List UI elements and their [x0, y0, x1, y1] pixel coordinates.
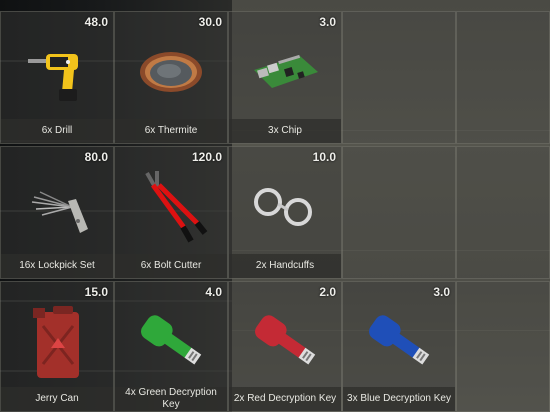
- item-weight: 80.0: [84, 150, 108, 164]
- inventory-slot-empty[interactable]: [456, 281, 550, 412]
- inventory-grid: 48.0 6x Drill 30.0 6x Thermite 3.0 3x Ch…: [0, 0, 550, 412]
- inventory-slot-red-key[interactable]: 2.0 2x Red Decryption Key: [228, 281, 342, 412]
- inventory-slot-empty[interactable]: [342, 146, 456, 279]
- item-weight: 120.0: [191, 150, 222, 164]
- item-label: 4x Green Decryption Key: [115, 387, 227, 411]
- inventory-slot-handcuffs[interactable]: 10.0 2x Handcuffs: [228, 146, 342, 279]
- item-label: 3x Blue Decryption Key: [343, 387, 455, 411]
- item-label: 6x Thermite: [115, 119, 227, 143]
- item-label: 6x Bolt Cutter: [115, 254, 227, 278]
- inventory-slot-thermite[interactable]: 30.0 6x Thermite: [114, 11, 228, 144]
- inventory-slot-jerry-can[interactable]: 15.0 Jerry Can: [0, 281, 114, 412]
- item-label: Jerry Can: [1, 387, 113, 411]
- item-label: 2x Handcuffs: [229, 254, 341, 278]
- inventory-slot-drill[interactable]: 48.0 6x Drill: [0, 11, 114, 144]
- chip-icon: [229, 30, 341, 114]
- red-key-icon: [229, 300, 341, 384]
- jerry-can-icon: [1, 300, 113, 384]
- thermite-icon: [115, 30, 227, 114]
- handcuffs-icon: [229, 165, 341, 249]
- item-weight: 15.0: [84, 285, 108, 299]
- inventory-slot-blue-key[interactable]: 3.0 3x Blue Decryption Key: [342, 281, 456, 412]
- inventory-slot-green-key[interactable]: 4.0 4x Green Decryption Key: [114, 281, 228, 412]
- bolt-cutter-icon: [115, 165, 227, 249]
- inventory-slot-bolt-cutter[interactable]: 120.0 6x Bolt Cutter: [114, 146, 228, 279]
- item-label: 2x Red Decryption Key: [229, 387, 341, 411]
- item-label: 3x Chip: [229, 119, 341, 143]
- item-label: 6x Drill: [1, 119, 113, 143]
- item-weight: 48.0: [84, 15, 108, 29]
- green-key-icon: [115, 300, 227, 384]
- inventory-slot-chip[interactable]: 3.0 3x Chip: [228, 11, 342, 144]
- inventory-slot-empty[interactable]: [342, 11, 456, 144]
- blue-key-icon: [343, 300, 455, 384]
- item-label: 16x Lockpick Set: [1, 254, 113, 278]
- item-weight: 3.0: [433, 285, 450, 299]
- item-weight: 30.0: [198, 15, 222, 29]
- item-weight: 3.0: [319, 15, 336, 29]
- item-weight: 4.0: [205, 285, 222, 299]
- item-weight: 10.0: [312, 150, 336, 164]
- item-weight: 2.0: [319, 285, 336, 299]
- inventory-slot-lockpick[interactable]: 80.0 16x Lockpick Set: [0, 146, 114, 279]
- inventory-slot-empty[interactable]: [456, 11, 550, 144]
- inventory-slot-empty[interactable]: [456, 146, 550, 279]
- lockpick-icon: [1, 165, 113, 249]
- drill-icon: [1, 30, 113, 114]
